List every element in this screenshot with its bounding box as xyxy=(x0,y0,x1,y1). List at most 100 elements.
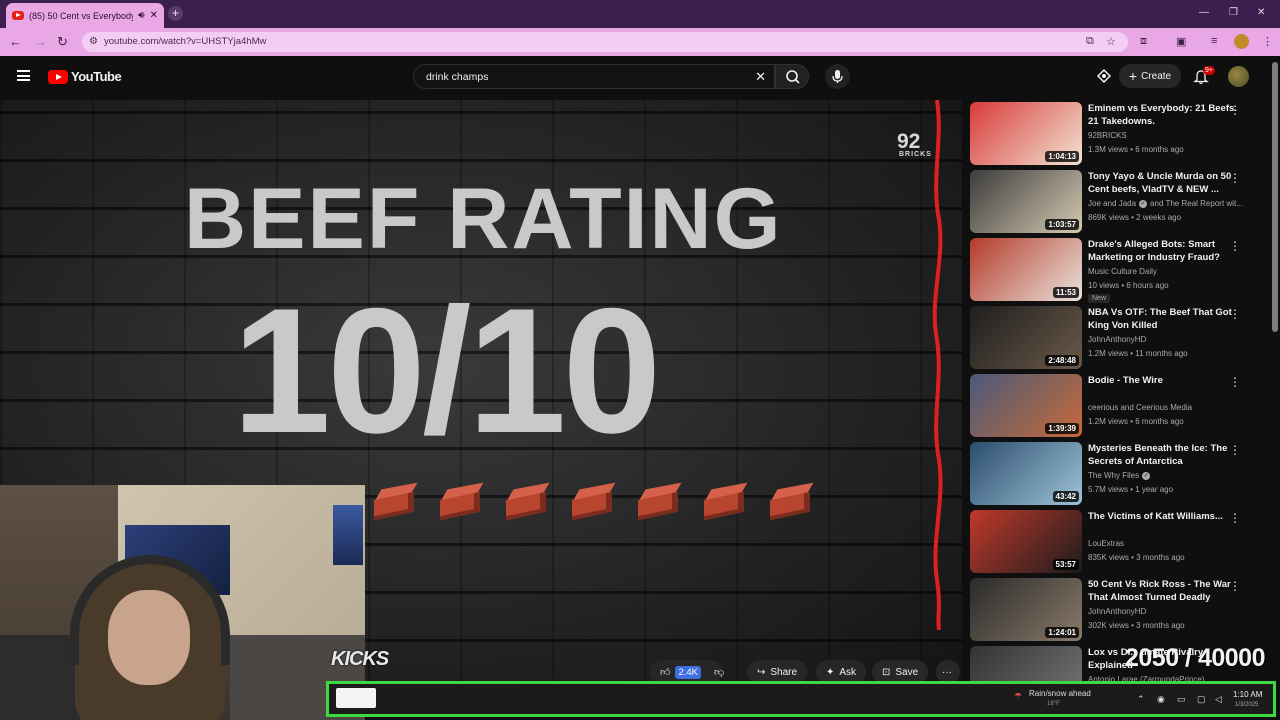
reload-icon[interactable]: ↻ xyxy=(57,34,68,50)
video-thumbnail[interactable]: 1:04:13 xyxy=(970,102,1082,165)
recommended-video[interactable]: 43:42 Mysteries Beneath the Ice: The Secr… xyxy=(970,442,1270,506)
channel-line[interactable]: Joe and Jada ✓ and The Real Report wit... xyxy=(1088,199,1248,208)
network-icon[interactable]: ▭ xyxy=(1177,694,1186,705)
minimize-icon[interactable]: — xyxy=(1199,7,1209,18)
media-control-icon[interactable]: ≡ xyxy=(1211,35,1217,47)
recommended-video[interactable]: 1:24:01 50 Cent Vs Rick Ross - The War Th… xyxy=(970,578,1270,642)
site-info-icon[interactable]: ⚙ xyxy=(89,36,98,47)
display-icon[interactable]: ▢ xyxy=(1197,694,1206,705)
mic-tray-icon[interactable]: ◉ xyxy=(1157,694,1165,705)
browser-menu-icon[interactable]: ⋮ xyxy=(1262,35,1273,48)
page-scrollbar[interactable] xyxy=(1272,62,1278,332)
channel-name[interactable]: LouExtras xyxy=(1088,539,1124,548)
channel-line[interactable]: 92BRICKS xyxy=(1088,131,1248,140)
video-thumbnail[interactable]: 11:53 xyxy=(970,238,1082,301)
speaker-icon[interactable]: 🔊︎ xyxy=(138,10,144,21)
restore-icon[interactable]: ❐ xyxy=(1229,7,1238,18)
channel-name[interactable]: JohnAnthonyHD xyxy=(1088,607,1146,616)
more-options-icon[interactable]: ⋮ xyxy=(1229,308,1241,320)
video-title[interactable]: Drake's Alleged Bots: Smart Marketing or… xyxy=(1088,238,1243,264)
weather-icon[interactable]: ☂ xyxy=(1014,691,1022,702)
video-thumbnail[interactable]: 53:57 xyxy=(970,510,1082,573)
account-avatar[interactable] xyxy=(1228,66,1249,87)
more-options-icon[interactable]: ⋮ xyxy=(1229,580,1241,592)
more-options-icon[interactable]: ⋮ xyxy=(1229,104,1241,116)
volume-icon[interactable]: ◁ xyxy=(1215,694,1222,705)
voice-search-button[interactable] xyxy=(825,64,850,89)
channel-name[interactable]: 92BRICKS xyxy=(1088,131,1127,140)
back-arrow-icon[interactable]: ← xyxy=(9,34,22,49)
video-title[interactable]: NBA Vs OTF: The Beef That Got King Von K… xyxy=(1088,306,1243,332)
channel-name[interactable]: ceerious and Ceerious Media xyxy=(1088,403,1192,412)
more-options-icon[interactable]: ⋮ xyxy=(1229,444,1241,456)
recommended-video[interactable]: 1:39:39 Bodie - The Wire ceerious and Ceer… xyxy=(970,374,1270,438)
thumbs-up-icon[interactable]: 👍︎ xyxy=(660,666,670,678)
close-tab-icon[interactable]: ✕ xyxy=(150,10,158,21)
recommended-video[interactable]: 1:03:57 Tony Yayo & Uncle Murda on 50 Cen… xyxy=(970,170,1270,234)
video-thumbnail[interactable]: 1:24:01 xyxy=(970,578,1082,641)
channel-line[interactable]: Music Culture Daily xyxy=(1088,267,1248,276)
recommended-video[interactable]: 11:53 Drake's Alleged Bots: Smart Marketi… xyxy=(970,238,1270,303)
taskbar-start-region[interactable] xyxy=(336,688,376,708)
channel-line[interactable]: LouExtras xyxy=(1088,539,1248,548)
recommended-video[interactable]: 2:48:48 NBA Vs OTF: The Beef That Got Kin… xyxy=(970,306,1270,370)
taskbar-date: 1/3/2025 xyxy=(1235,702,1259,708)
search-button[interactable] xyxy=(775,64,809,89)
more-options-icon[interactable]: ⋮ xyxy=(1229,512,1241,524)
browser-profile-avatar[interactable] xyxy=(1234,34,1249,49)
channel-name[interactable]: JohnAnthonyHD xyxy=(1088,335,1146,344)
extensions-icon[interactable]: ⧈ xyxy=(1140,35,1147,48)
video-thumbnail[interactable]: 1:03:57 xyxy=(970,170,1082,233)
video-thumbnail[interactable]: 43:42 xyxy=(970,442,1082,505)
channel-line[interactable]: JohnAnthonyHD xyxy=(1088,607,1248,616)
weather-text[interactable]: Rain/snow ahead xyxy=(1029,689,1091,698)
new-tab-button[interactable]: + xyxy=(168,6,183,21)
browser-toolbar: ← → ↻ ⚙ youtube.com/watch?v=UHSTYja4hMw … xyxy=(0,28,1280,56)
video-title[interactable]: The Victims of Katt Williams... xyxy=(1088,510,1243,523)
channel-line[interactable]: JohnAnthonyHD xyxy=(1088,335,1248,344)
bookmark-star-icon[interactable]: ☆ xyxy=(1106,35,1116,48)
browser-tab[interactable]: (85) 50 Cent vs Everybody 🔊︎ ✕ xyxy=(6,3,164,28)
search-input[interactable]: drink champs ✕ xyxy=(413,64,775,89)
clear-search-icon[interactable]: ✕ xyxy=(755,69,766,85)
more-options-icon[interactable]: ⋮ xyxy=(1229,376,1241,388)
channel-line[interactable]: ceerious and Ceerious Media xyxy=(1088,403,1248,412)
youtube-logo[interactable]: YouTube xyxy=(48,69,122,84)
forward-arrow-icon[interactable]: → xyxy=(34,34,47,49)
studio-icon[interactable] xyxy=(1097,69,1111,83)
address-bar[interactable]: ⚙ youtube.com/watch?v=UHSTYja4hMw ⧉ ☆ xyxy=(82,32,1128,52)
video-title[interactable]: Tony Yayo & Uncle Murda on 50 Cent beefs… xyxy=(1088,170,1243,196)
recommendations-sidebar: 1:04:13 Eminem vs Everybody: 21 Beefs. 21… xyxy=(970,102,1270,709)
video-thumbnail[interactable]: 2:48:48 xyxy=(970,306,1082,369)
microphone-icon xyxy=(832,70,843,83)
channel-collaborators[interactable]: and The Real Report wit... xyxy=(1150,199,1243,208)
create-button[interactable]: + Create xyxy=(1119,64,1181,88)
close-window-icon[interactable]: ✕ xyxy=(1257,7,1265,18)
hamburger-menu-icon[interactable] xyxy=(17,70,30,81)
channel-name[interactable]: Music Culture Daily xyxy=(1088,267,1157,276)
windows-taskbar: ☂ Rain/snow ahead 18°F ⌃ ◉ ▭ ▢ ◁ 1:10 AM… xyxy=(326,681,1276,717)
video-title[interactable]: Bodie - The Wire xyxy=(1088,374,1243,387)
like-count[interactable]: 2.4K xyxy=(675,665,701,679)
chevron-up-icon[interactable]: ⌃ xyxy=(1137,694,1145,705)
video-title[interactable]: 50 Cent Vs Rick Ross - The War That Almo… xyxy=(1088,578,1243,604)
more-options-icon[interactable]: ⋮ xyxy=(1229,240,1241,252)
video-duration: 43:42 xyxy=(1052,491,1079,502)
more-options-icon[interactable]: ⋮ xyxy=(1229,648,1241,660)
thumbs-down-icon[interactable]: 👎︎ xyxy=(714,666,724,678)
video-title[interactable]: Lox vs Di... timate Rivalry Explained xyxy=(1088,646,1243,672)
channel-line[interactable]: The Why Files ✓ xyxy=(1088,471,1248,480)
video-views-age: 1.3M views • 6 months ago xyxy=(1088,145,1184,154)
channel-name[interactable]: Joe and Jada xyxy=(1088,199,1136,208)
taskbar-clock[interactable]: 1:10 AM xyxy=(1233,690,1262,699)
video-thumbnail[interactable]: 1:39:39 xyxy=(970,374,1082,437)
recommended-video[interactable]: 53:57 The Victims of Katt Williams... LouE… xyxy=(970,510,1270,574)
video-title[interactable]: Mysteries Beneath the Ice: The Secrets o… xyxy=(1088,442,1243,468)
search-icon xyxy=(786,70,800,84)
more-options-icon[interactable]: ⋮ xyxy=(1229,172,1241,184)
install-app-icon[interactable]: ⧉ xyxy=(1086,35,1094,48)
sidebar-icon[interactable]: ▣ xyxy=(1176,35,1186,48)
video-title[interactable]: Eminem vs Everybody: 21 Beefs. 21 Takedo… xyxy=(1088,102,1243,128)
channel-name[interactable]: The Why Files xyxy=(1088,471,1139,480)
recommended-video[interactable]: 1:04:13 Eminem vs Everybody: 21 Beefs. 21… xyxy=(970,102,1270,166)
